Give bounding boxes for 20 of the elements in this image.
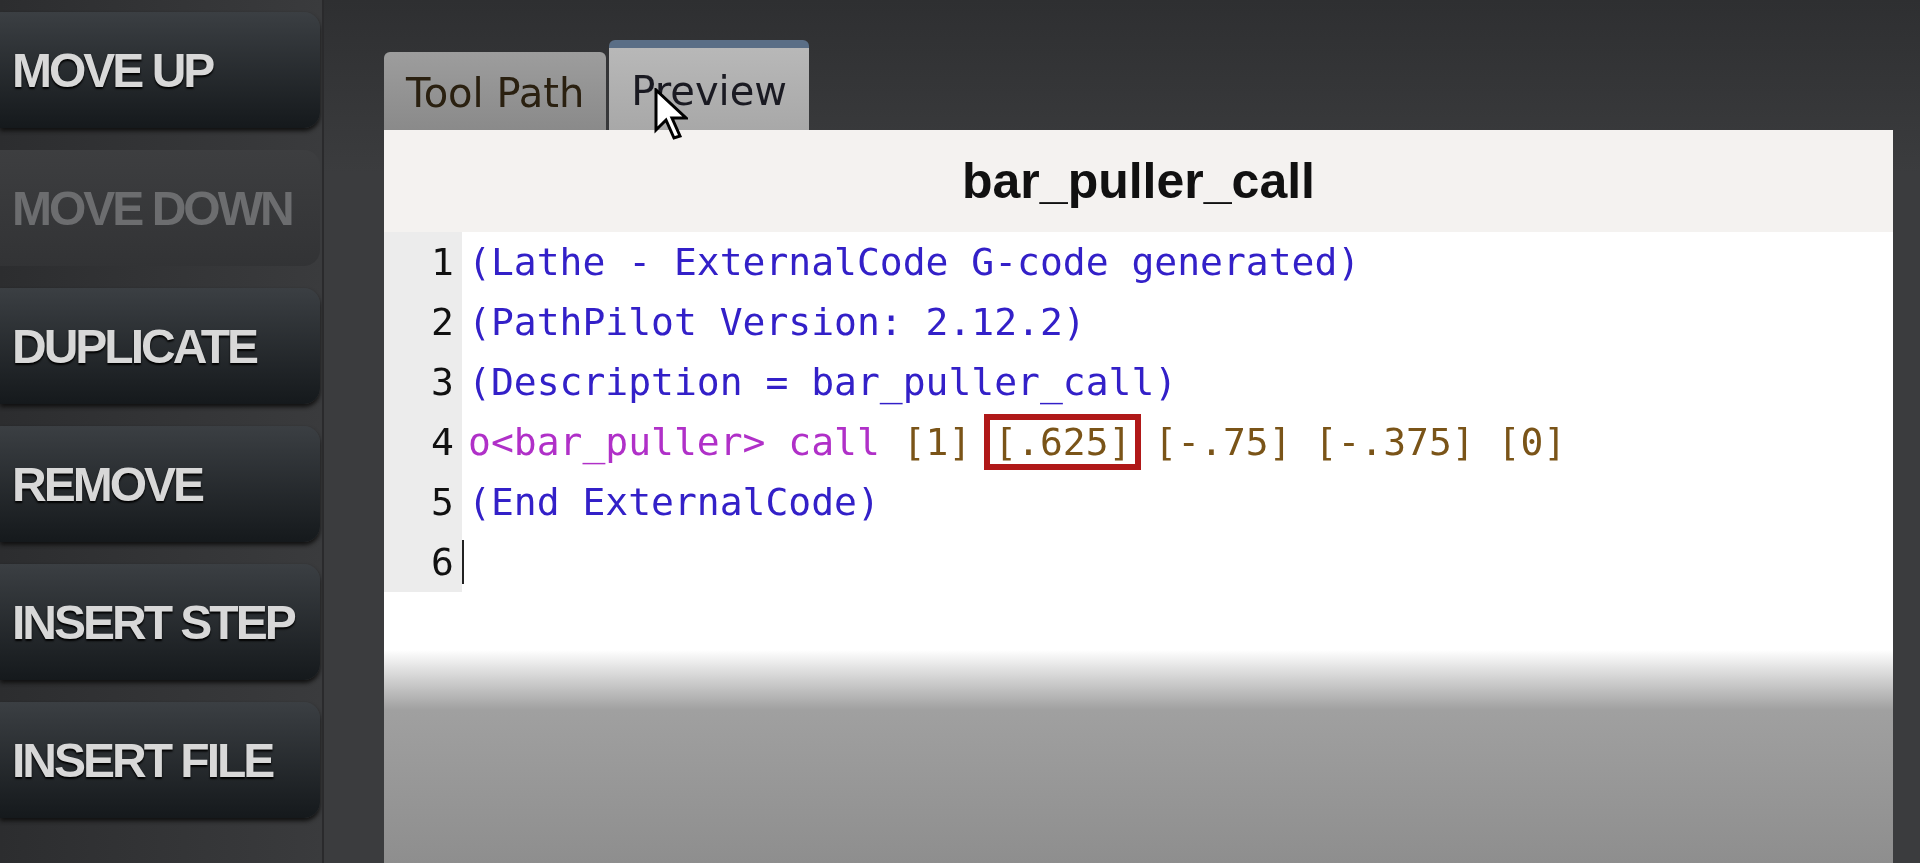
code-line: (Lathe - ExternalCode G-code generated) (467, 239, 1361, 286)
code-line: (Description = bar_puller_call) (467, 359, 1178, 407)
step-button[interactable]: DUPLICATE (0, 288, 320, 404)
file-title: bar_puller_call (384, 130, 1893, 232)
line-number: 1 (430, 240, 455, 284)
step-button[interactable]: REMOVE (0, 426, 320, 542)
line-number: 5 (430, 480, 455, 524)
code-line: (End ExternalCode) (467, 479, 880, 526)
step-button[interactable]: MOVE UP (0, 12, 320, 128)
step-button[interactable]: INSERT STEP (0, 564, 320, 680)
code-line: (PathPilot Version: 2.12.2) (467, 299, 1086, 346)
line-number: 3 (430, 360, 455, 404)
line-number: 2 (430, 300, 455, 344)
tab[interactable]: Tool Path (384, 52, 607, 130)
line-number: 4 (430, 420, 455, 464)
code-line: o<bar_puller> call [1] [.625] [-.75] [-.375] [0] (462, 412, 1567, 472)
line-number: 6 (430, 540, 455, 584)
step-button[interactable]: INSERT FILE (0, 702, 320, 818)
text-cursor (462, 540, 464, 584)
tab[interactable]: Preview (609, 40, 809, 130)
